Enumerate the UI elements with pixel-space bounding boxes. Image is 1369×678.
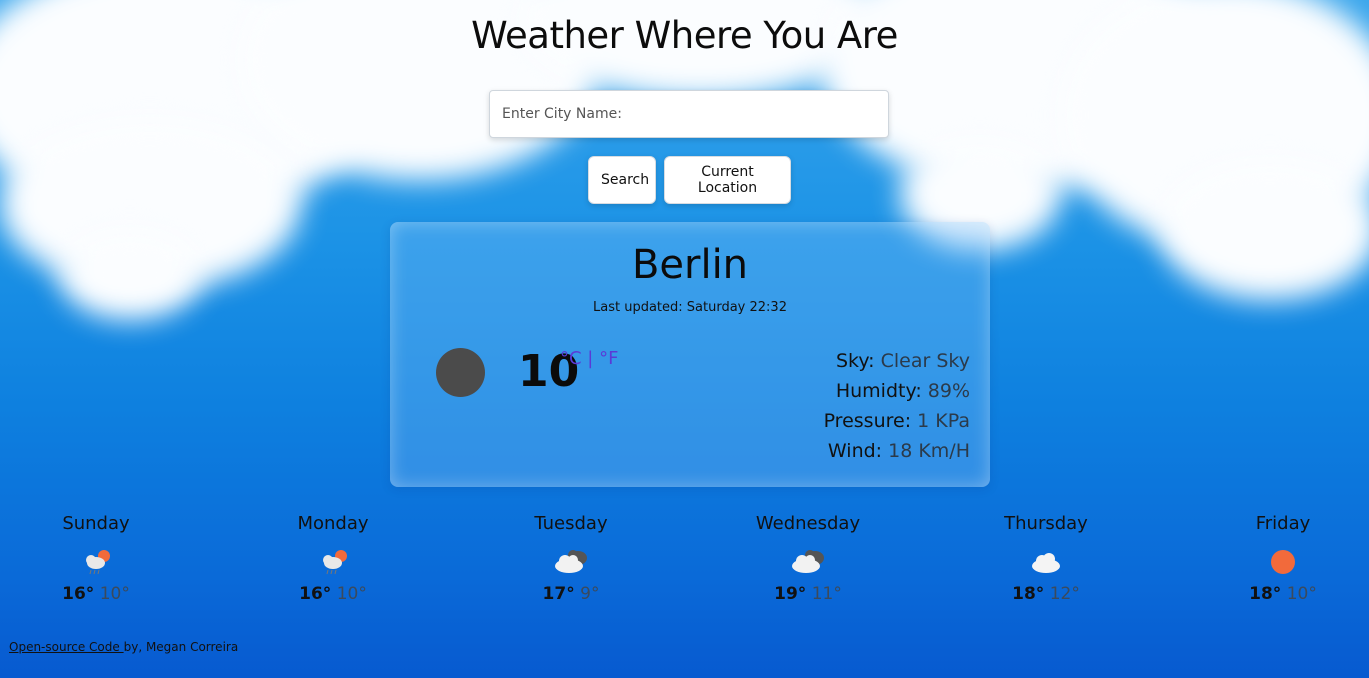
forecast-low: 9°: [580, 584, 600, 604]
forecast-high: 17°: [542, 584, 575, 604]
pressure-value: 1 KPa: [917, 410, 970, 432]
weather-details: Sky: Clear Sky Humidty: 89% Pressure: 1 …: [824, 346, 970, 466]
humidity-row: Humidty: 89%: [824, 376, 970, 406]
source-code-link[interactable]: Open-source Code: [9, 640, 124, 654]
wind-value: 18 Km/H: [888, 440, 970, 462]
forecast-high: 16°: [62, 584, 95, 604]
city-name: Berlin: [631, 242, 749, 288]
forecast-day: Monday 16° 10°: [273, 510, 393, 604]
current-weather-card: Berlin Last updated: Saturday 22:32 10 °…: [390, 222, 990, 487]
cloud-icon: [986, 538, 1106, 584]
sky-value: Clear Sky: [880, 350, 970, 372]
current-location-button[interactable]: Current Location: [664, 156, 791, 204]
footer: Open-source Code by, Megan Correira: [9, 640, 238, 654]
footer-credit: by, Megan Correira: [123, 640, 239, 654]
last-updated: Last updated: Saturday 22:32: [593, 300, 787, 315]
wind-row: Wind: 18 Km/H: [824, 436, 970, 466]
forecast-day-name: Thursday: [1004, 513, 1088, 534]
rain-sun-cloud-icon: [273, 538, 393, 584]
forecast-low: 10°: [336, 584, 367, 604]
wind-label: Wind:: [827, 440, 883, 462]
forecast-day-name: Monday: [297, 513, 369, 534]
forecast-high: 18°: [1249, 584, 1282, 604]
forecast-high: 16°: [299, 584, 332, 604]
forecast-high: 18°: [1012, 584, 1045, 604]
sky-label: Sky:: [835, 350, 875, 372]
pressure-row: Pressure: 1 KPa: [824, 406, 970, 436]
forecast-low: 10°: [1286, 584, 1317, 604]
forecast-day-name: Wednesday: [755, 513, 861, 534]
fahrenheit-link[interactable]: °F: [599, 348, 618, 369]
sky-row: Sky: Clear Sky: [824, 346, 970, 376]
forecast-low: 11°: [811, 584, 842, 604]
forecast-high: 19°: [774, 584, 807, 604]
page-title: Weather Where You Are: [471, 14, 898, 57]
forecast-low: 10°: [99, 584, 130, 604]
forecast-day-name: Sunday: [62, 513, 130, 534]
forecast-day: Wednesday 19° 11°: [748, 510, 868, 604]
forecast-low: 12°: [1049, 584, 1080, 604]
broken-clouds-icon: [748, 538, 868, 584]
forecast-day: Sunday 16° 10°: [36, 510, 156, 604]
celsius-link[interactable]: °C: [560, 348, 582, 369]
forecast-day: Friday 18° 10°: [1223, 510, 1343, 604]
night-clear-icon: [436, 348, 485, 397]
search-button[interactable]: Search: [588, 156, 656, 204]
broken-clouds-icon: [511, 538, 631, 584]
humidity-value: 89%: [927, 380, 970, 402]
unit-separator: |: [581, 348, 600, 369]
rain-sun-cloud-icon: [36, 538, 156, 584]
forecast-day-name: Friday: [1255, 513, 1311, 534]
pressure-label: Pressure:: [823, 410, 912, 432]
humidity-label: Humidty:: [835, 380, 922, 402]
forecast-day-name: Tuesday: [534, 513, 608, 534]
sun-icon: [1223, 538, 1343, 584]
forecast-day: Thursday 18° 12°: [986, 510, 1106, 604]
city-search-input[interactable]: [489, 90, 889, 138]
forecast-day: Tuesday 17° 9°: [511, 510, 631, 604]
forecast-row: Sunday 16° 10° Monday 16° 10° Tuesday 17…: [0, 510, 1369, 620]
unit-toggle: °C | °F: [560, 348, 618, 369]
